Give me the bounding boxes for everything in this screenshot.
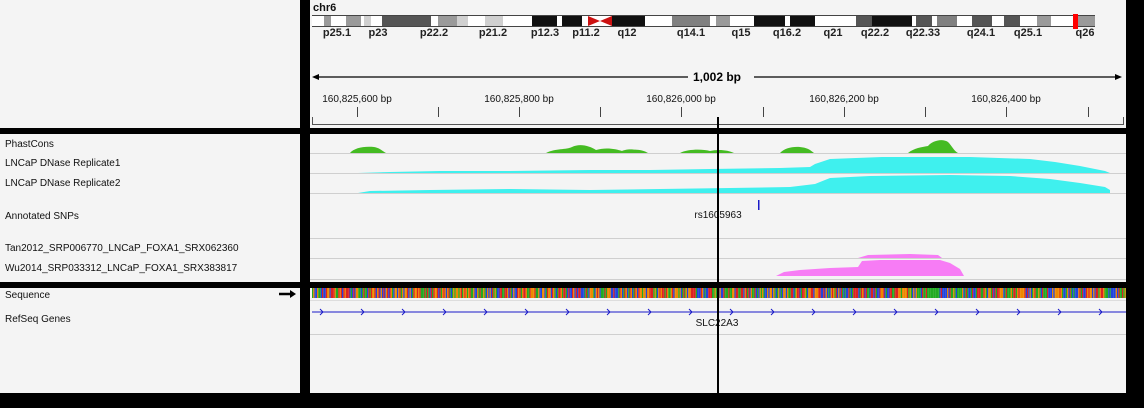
dnase2-plot[interactable] <box>358 175 1110 193</box>
ruler-tick-label: 160,826,000 bp <box>646 94 716 105</box>
chromosome-band[interactable] <box>457 16 468 26</box>
chromosome-band[interactable] <box>790 16 815 26</box>
chromosome-band[interactable] <box>672 16 710 26</box>
ruler-tick-label: 160,825,800 bp <box>484 94 554 105</box>
ruler-tick <box>519 107 520 117</box>
track-name-sequence[interactable]: Sequence <box>5 290 50 301</box>
band-label[interactable]: q25.1 <box>1014 27 1042 39</box>
chromosome-band[interactable] <box>754 16 785 26</box>
ruler-tick <box>438 107 439 117</box>
chromosome-band[interactable] <box>364 16 371 26</box>
chromosome-band[interactable] <box>532 16 557 26</box>
chromosome-band[interactable] <box>438 16 457 26</box>
chromosome-band[interactable] <box>785 16 790 26</box>
chromosome-band[interactable] <box>815 16 856 26</box>
track-name-wu2014[interactable]: Wu2014_SRP033312_LNCaP_FOXA1_SRX383817 <box>5 263 237 274</box>
track-name-phastcons[interactable]: PhastCons <box>5 139 54 150</box>
track-name-refseq-genes[interactable]: RefSeq Genes <box>5 314 71 325</box>
band-label[interactable]: p11.2 <box>572 27 600 39</box>
snp-marker[interactable] <box>758 200 760 210</box>
ruler-tick-label: 160,825,600 bp <box>322 94 392 105</box>
chromosome-band[interactable] <box>710 16 716 26</box>
chromosome-band[interactable] <box>485 16 503 26</box>
chromosome-band[interactable] <box>361 16 364 26</box>
band-label[interactable]: p25.1 <box>323 27 351 39</box>
ruler-tick <box>763 107 764 117</box>
dnase1-plot[interactable] <box>358 157 1110 173</box>
chromosome-band[interactable] <box>856 16 872 26</box>
chromosome-band[interactable] <box>645 16 672 26</box>
chromosome-band[interactable] <box>346 16 361 26</box>
chromosome-band[interactable] <box>1076 16 1095 26</box>
chromosome-band[interactable] <box>582 16 588 26</box>
chromosome-band[interactable] <box>612 16 645 26</box>
phastcons-plot[interactable] <box>350 140 958 153</box>
ruler-tick <box>844 107 845 117</box>
band-label[interactable]: q22.2 <box>861 27 889 39</box>
sequence-track[interactable] <box>312 288 1126 298</box>
ruler-tick <box>1006 107 1007 117</box>
band-label[interactable]: q22.33 <box>906 27 940 39</box>
strand-arrow-icon[interactable] <box>279 289 297 299</box>
chromosome-band[interactable] <box>324 16 331 26</box>
band-label[interactable]: p22.2 <box>420 27 448 39</box>
chromosome-band[interactable] <box>382 16 431 26</box>
refseq-gene-track[interactable] <box>312 305 1126 319</box>
ruler-tick <box>357 107 358 117</box>
header-name-panel <box>0 0 300 128</box>
data-name-panel: PhastCons LNCaP DNase Replicate1 LNCaP D… <box>0 134 300 282</box>
chromosome-band[interactable] <box>1004 16 1020 26</box>
chromosome-band[interactable] <box>912 16 916 26</box>
band-label[interactable]: q15 <box>732 27 751 39</box>
ruler-tick <box>1088 107 1089 117</box>
chromosome-band[interactable] <box>1020 16 1037 26</box>
track-name-dnase-replicate2[interactable]: LNCaP DNase Replicate2 <box>5 178 120 189</box>
ruler-tick <box>681 107 682 117</box>
band-label[interactable]: q14.1 <box>677 27 705 39</box>
chromosome-band[interactable] <box>932 16 937 26</box>
chromosome-band[interactable] <box>1051 16 1076 26</box>
chromosome-band[interactable] <box>468 16 485 26</box>
chromosome-band[interactable] <box>557 16 562 26</box>
band-label[interactable]: p12.3 <box>531 27 559 39</box>
span-label: 1,002 bp <box>692 70 742 84</box>
chromosome-band[interactable] <box>371 16 382 26</box>
chromosome-band[interactable] <box>312 16 324 26</box>
ruler-tick <box>600 107 601 117</box>
track-name-dnase-replicate1[interactable]: LNCaP DNase Replicate1 <box>5 158 120 169</box>
band-label[interactable]: q12 <box>618 27 637 39</box>
band-label[interactable]: q26 <box>1076 27 1095 39</box>
center-line <box>717 117 719 393</box>
chromosome-band[interactable] <box>937 16 957 26</box>
ruler-tick-label: 160,826,200 bp <box>809 94 879 105</box>
chromosome-band[interactable] <box>431 16 438 26</box>
chromosome-band[interactable] <box>562 16 582 26</box>
track-name-tan2012[interactable]: Tan2012_SRP006770_LNCaP_FOXA1_SRX062360 <box>5 243 239 254</box>
chromosome-band[interactable] <box>503 16 532 26</box>
track-name-annotated-snps[interactable]: Annotated SNPs <box>5 211 79 222</box>
chromosome-band[interactable] <box>331 16 346 26</box>
feature-name-panel: Sequence RefSeq Genes <box>0 288 300 393</box>
band-label[interactable]: q16.2 <box>773 27 801 39</box>
band-label[interactable]: q24.1 <box>967 27 995 39</box>
chromosome-band[interactable] <box>730 16 754 26</box>
band-label[interactable]: q21 <box>824 27 843 39</box>
chromosome-name[interactable]: chr6 <box>313 2 336 14</box>
ruler-tick-label: 160,826,400 bp <box>971 94 1041 105</box>
chromosome-band[interactable] <box>716 16 730 26</box>
chromosome-band[interactable] <box>957 16 972 26</box>
chromosome-band[interactable] <box>916 16 932 26</box>
chromosome-band[interactable] <box>872 16 912 26</box>
wu2014-plot[interactable] <box>776 260 964 276</box>
band-label[interactable]: p23 <box>369 27 388 39</box>
ruler-tick <box>925 107 926 117</box>
chromosome-band[interactable] <box>992 16 1004 26</box>
chromosome-band[interactable] <box>1037 16 1051 26</box>
chromosome-band[interactable] <box>972 16 992 26</box>
band-label[interactable]: p21.2 <box>479 27 507 39</box>
